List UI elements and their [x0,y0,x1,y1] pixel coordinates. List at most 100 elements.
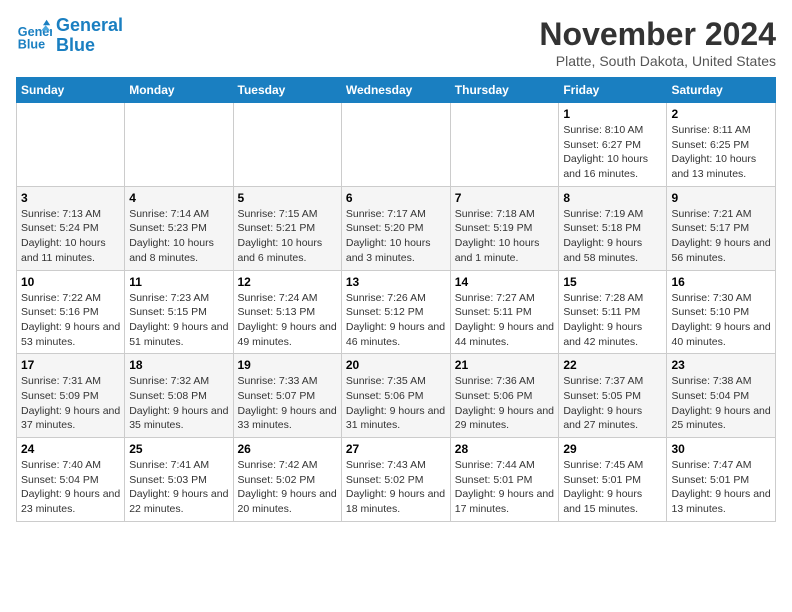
calendar-cell: 4 Sunrise: 7:14 AMSunset: 5:23 PMDaylight… [125,186,233,270]
day-number: 18 [129,358,228,372]
calendar-cell: 14 Sunrise: 7:27 AMSunset: 5:11 PMDayligh… [450,270,559,354]
calendar-header-thursday: Thursday [450,78,559,103]
day-number: 15 [563,275,662,289]
calendar-cell [233,103,341,187]
day-info: Sunrise: 7:14 AMSunset: 5:23 PMDaylight:… [129,207,228,266]
calendar-week-3: 10 Sunrise: 7:22 AMSunset: 5:16 PMDayligh… [17,270,776,354]
day-number: 29 [563,442,662,456]
day-info: Sunrise: 7:35 AMSunset: 5:06 PMDaylight:… [346,374,446,433]
calendar-header-friday: Friday [559,78,667,103]
calendar-cell: 9 Sunrise: 7:21 AMSunset: 5:17 PMDaylight… [667,186,776,270]
day-number: 2 [671,107,771,121]
calendar-week-4: 17 Sunrise: 7:31 AMSunset: 5:09 PMDayligh… [17,354,776,438]
calendar-cell: 27 Sunrise: 7:43 AMSunset: 5:02 PMDayligh… [341,438,450,522]
day-number: 24 [21,442,120,456]
day-info: Sunrise: 7:30 AMSunset: 5:10 PMDaylight:… [671,291,771,350]
day-number: 1 [563,107,662,121]
day-number: 10 [21,275,120,289]
day-info: Sunrise: 7:24 AMSunset: 5:13 PMDaylight:… [238,291,337,350]
day-info: Sunrise: 7:19 AMSunset: 5:18 PMDaylight:… [563,207,662,266]
calendar-cell [450,103,559,187]
day-number: 26 [238,442,337,456]
calendar-cell: 13Sunrise: 7:26 AMSunset: 5:12 PMDayligh… [341,270,450,354]
day-info: Sunrise: 7:42 AMSunset: 5:02 PMDaylight:… [238,458,337,517]
day-number: 9 [671,191,771,205]
calendar-cell: 11Sunrise: 7:23 AMSunset: 5:15 PMDayligh… [125,270,233,354]
day-info: Sunrise: 7:21 AMSunset: 5:17 PMDaylight:… [671,207,771,266]
logo-icon: General Blue [16,18,52,54]
calendar-cell [17,103,125,187]
day-info: Sunrise: 7:44 AMSunset: 5:01 PMDaylight:… [455,458,555,517]
day-info: Sunrise: 7:37 AMSunset: 5:05 PMDaylight:… [563,374,662,433]
day-info: Sunrise: 7:15 AMSunset: 5:21 PMDaylight:… [238,207,337,266]
calendar-cell: 1 Sunrise: 8:10 AMSunset: 6:27 PMDaylight… [559,103,667,187]
calendar-cell [341,103,450,187]
calendar-header-tuesday: Tuesday [233,78,341,103]
day-number: 20 [346,358,446,372]
month-title: November 2024 [539,16,776,53]
calendar-header-row: SundayMondayTuesdayWednesdayThursdayFrid… [17,78,776,103]
day-info: Sunrise: 7:41 AMSunset: 5:03 PMDaylight:… [129,458,228,517]
day-info: Sunrise: 7:27 AMSunset: 5:11 PMDaylight:… [455,291,555,350]
day-number: 21 [455,358,555,372]
calendar-header-saturday: Saturday [667,78,776,103]
logo: General Blue General Blue [16,16,123,56]
calendar-cell: 20 Sunrise: 7:35 AMSunset: 5:06 PMDayligh… [341,354,450,438]
day-number: 4 [129,191,228,205]
day-info: Sunrise: 7:33 AMSunset: 5:07 PMDaylight:… [238,374,337,433]
day-number: 14 [455,275,555,289]
day-info: Sunrise: 7:17 AMSunset: 5:20 PMDaylight:… [346,207,446,266]
day-number: 16 [671,275,771,289]
calendar-cell: 15 Sunrise: 7:28 AMSunset: 5:11 PMDayligh… [559,270,667,354]
day-info: Sunrise: 7:45 AMSunset: 5:01 PMDaylight:… [563,458,662,517]
day-info: Sunrise: 7:38 AMSunset: 5:04 PMDaylight:… [671,374,771,433]
day-number: 30 [671,442,771,456]
calendar-cell: 22 Sunrise: 7:37 AMSunset: 5:05 PMDayligh… [559,354,667,438]
day-info: Sunrise: 7:43 AMSunset: 5:02 PMDaylight:… [346,458,446,517]
logo-line1: General [56,15,123,35]
day-info: Sunrise: 8:11 AMSunset: 6:25 PMDaylight:… [671,123,771,182]
calendar-cell: 6Sunrise: 7:17 AMSunset: 5:20 PMDaylight… [341,186,450,270]
day-number: 25 [129,442,228,456]
calendar-cell: 23 Sunrise: 7:38 AMSunset: 5:04 PMDayligh… [667,354,776,438]
day-number: 28 [455,442,555,456]
calendar-header-wednesday: Wednesday [341,78,450,103]
calendar-cell: 18 Sunrise: 7:32 AMSunset: 5:08 PMDayligh… [125,354,233,438]
day-number: 22 [563,358,662,372]
calendar-cell [125,103,233,187]
calendar-cell: 2 Sunrise: 8:11 AMSunset: 6:25 PMDaylight… [667,103,776,187]
logo-line2: Blue [56,35,95,55]
day-number: 5 [238,191,337,205]
location-subtitle: Platte, South Dakota, United States [539,53,776,69]
calendar-cell: 29 Sunrise: 7:45 AMSunset: 5:01 PMDayligh… [559,438,667,522]
day-info: Sunrise: 7:47 AMSunset: 5:01 PMDaylight:… [671,458,771,517]
calendar-cell: 28 Sunrise: 7:44 AMSunset: 5:01 PMDayligh… [450,438,559,522]
day-info: Sunrise: 7:32 AMSunset: 5:08 PMDaylight:… [129,374,228,433]
calendar-cell: 24 Sunrise: 7:40 AMSunset: 5:04 PMDayligh… [17,438,125,522]
day-info: Sunrise: 7:13 AMSunset: 5:24 PMDaylight:… [21,207,120,266]
day-number: 19 [238,358,337,372]
calendar-week-5: 24 Sunrise: 7:40 AMSunset: 5:04 PMDayligh… [17,438,776,522]
calendar-cell: 7 Sunrise: 7:18 AMSunset: 5:19 PMDaylight… [450,186,559,270]
calendar-cell: 26 Sunrise: 7:42 AMSunset: 5:02 PMDayligh… [233,438,341,522]
day-number: 23 [671,358,771,372]
day-number: 8 [563,191,662,205]
day-info: Sunrise: 7:28 AMSunset: 5:11 PMDaylight:… [563,291,662,350]
day-number: 27 [346,442,446,456]
calendar-cell: 3Sunrise: 7:13 AMSunset: 5:24 PMDaylight… [17,186,125,270]
calendar-cell: 30 Sunrise: 7:47 AMSunset: 5:01 PMDayligh… [667,438,776,522]
day-info: Sunrise: 7:22 AMSunset: 5:16 PMDaylight:… [21,291,120,350]
calendar-cell: 12Sunrise: 7:24 AMSunset: 5:13 PMDayligh… [233,270,341,354]
logo-text: General Blue [56,16,123,56]
day-info: Sunrise: 7:31 AMSunset: 5:09 PMDaylight:… [21,374,120,433]
calendar-cell: 5 Sunrise: 7:15 AMSunset: 5:21 PMDaylight… [233,186,341,270]
day-number: 7 [455,191,555,205]
day-info: Sunrise: 7:18 AMSunset: 5:19 PMDaylight:… [455,207,555,266]
day-info: Sunrise: 8:10 AMSunset: 6:27 PMDaylight:… [563,123,662,182]
day-number: 11 [129,275,228,289]
day-info: Sunrise: 7:40 AMSunset: 5:04 PMDaylight:… [21,458,120,517]
header: General Blue General Blue November 2024 … [16,16,776,69]
day-number: 17 [21,358,120,372]
calendar-cell: 8 Sunrise: 7:19 AMSunset: 5:18 PMDaylight… [559,186,667,270]
calendar-week-2: 3Sunrise: 7:13 AMSunset: 5:24 PMDaylight… [17,186,776,270]
